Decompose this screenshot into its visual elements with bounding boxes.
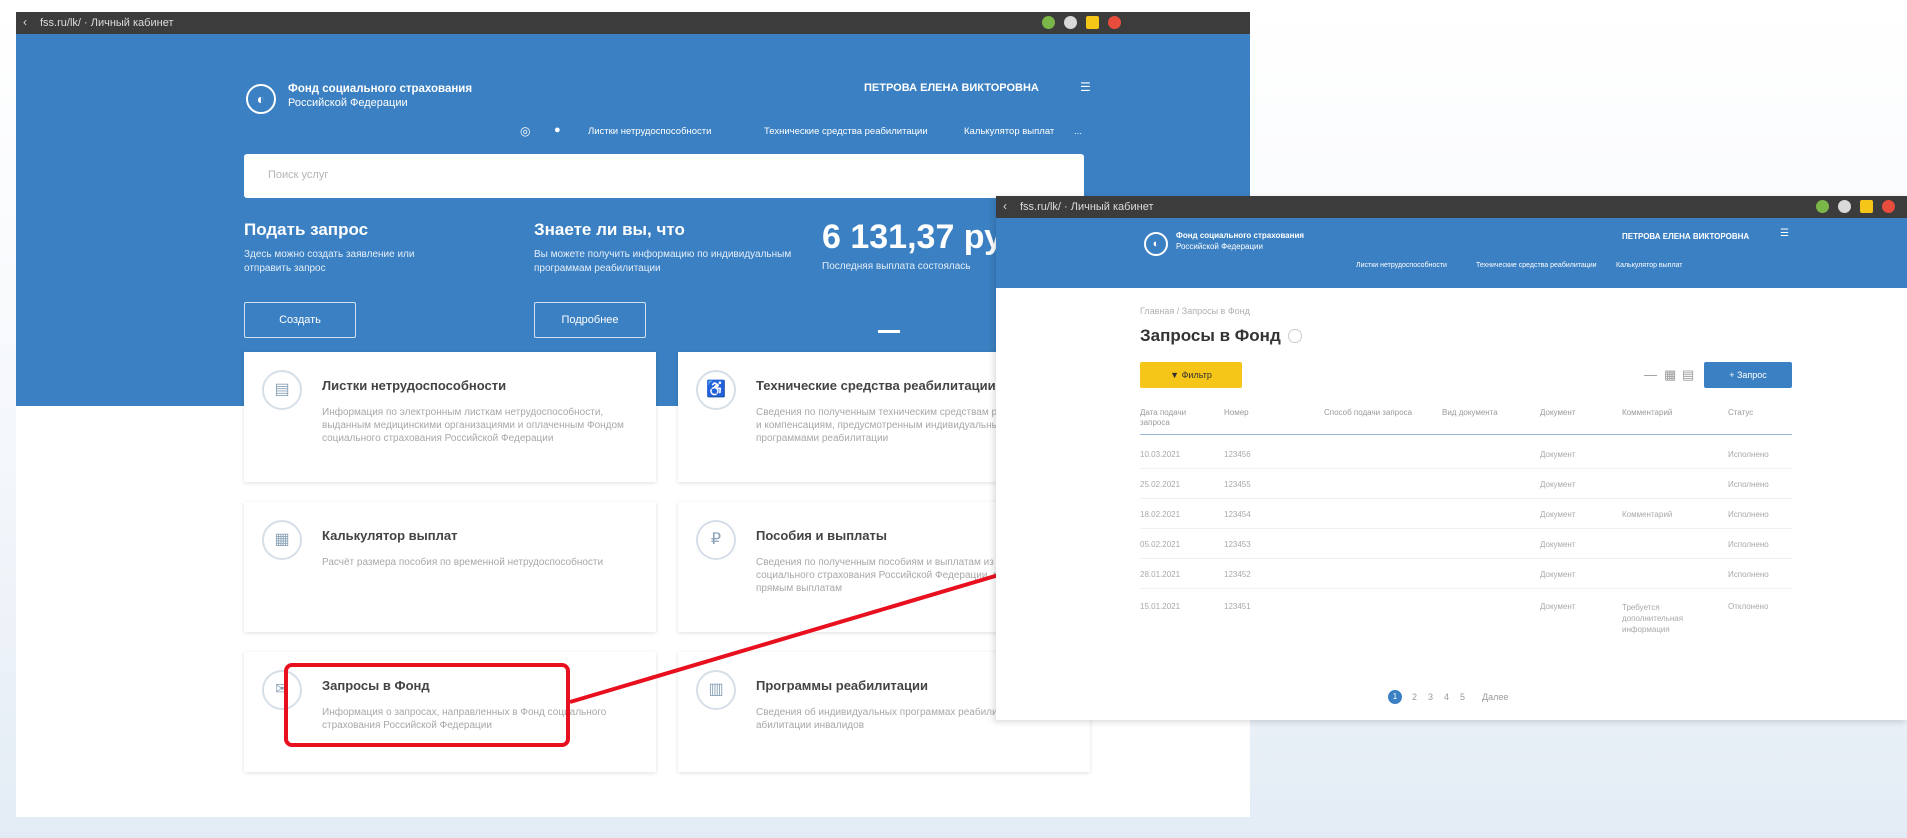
filter-button[interactable]: ▼ Фильтр xyxy=(1140,362,1242,388)
cell-number: 123456 xyxy=(1224,450,1251,459)
pagination-page[interactable]: 5 xyxy=(1460,692,1465,702)
cell-document[interactable]: Документ xyxy=(1540,480,1576,489)
info-icon[interactable] xyxy=(1288,329,1302,343)
cell-date: 05.02.2021 xyxy=(1140,540,1181,549)
org-name: Фонд социального страхования Российской Ф… xyxy=(1176,231,1305,251)
user-name[interactable]: ПЕТРОВА ЕЛЕНА ВИКТОРОВНА xyxy=(1622,232,1749,241)
browser-toolbar: ‹ fss.ru/lk/ · Личный кабинет xyxy=(996,196,1907,218)
nav-link-calculator[interactable]: Калькулятор выплат xyxy=(1616,262,1683,269)
opera-icon[interactable] xyxy=(1882,200,1895,213)
cell-status: Отклонено xyxy=(1728,602,1769,611)
bookmark-icon[interactable] xyxy=(1860,200,1873,213)
cell-status: Исполнено xyxy=(1728,570,1769,579)
export-icon[interactable]: ▤ xyxy=(1682,367,1694,383)
menu-icon[interactable]: ☰ xyxy=(1780,228,1789,239)
pagination-next[interactable]: Далее xyxy=(1482,692,1508,702)
page-title: Запросы в Фонд xyxy=(1140,326,1281,345)
pagination-page[interactable]: 4 xyxy=(1444,692,1449,702)
pagination-page[interactable]: 3 xyxy=(1428,692,1433,702)
cell-document[interactable]: Документ xyxy=(1540,602,1576,611)
list-view-icon[interactable]: — xyxy=(1644,367,1657,382)
pagination-current[interactable]: 1 xyxy=(1388,690,1402,704)
cell-status: Исполнено xyxy=(1728,510,1769,519)
browser-tab-title: fss.ru/lk/ · Личный кабинет xyxy=(1020,201,1154,213)
pagination-page[interactable]: 2 xyxy=(1412,692,1417,702)
nav-link-sick-leave[interactable]: Листки нетрудоспособности xyxy=(1356,262,1447,269)
add-request-button[interactable]: + Запрос xyxy=(1704,362,1792,388)
cell-document[interactable]: Документ xyxy=(1540,540,1576,549)
row-divider xyxy=(1140,468,1792,469)
profile-icon[interactable] xyxy=(1838,200,1851,213)
cell-number: 123452 xyxy=(1224,570,1251,579)
column-header[interactable]: Вид документа xyxy=(1442,408,1502,418)
column-header[interactable]: Способ подачи запроса xyxy=(1324,408,1414,418)
extension-icon[interactable] xyxy=(1816,200,1829,213)
cell-status: Исполнено xyxy=(1728,480,1769,489)
cell-number: 123451 xyxy=(1224,602,1251,611)
column-header[interactable]: Дата подачи запроса xyxy=(1140,408,1210,428)
cell-document[interactable]: Документ xyxy=(1540,450,1576,459)
back-arrow-icon[interactable]: ‹ xyxy=(1003,199,1007,213)
column-header[interactable]: Статус xyxy=(1728,408,1788,418)
cell-date: 10.03.2021 xyxy=(1140,450,1181,459)
cell-comment: Требуется дополнительная информация xyxy=(1622,603,1684,634)
fss-logo-icon[interactable]: ◐ xyxy=(1144,232,1168,256)
nav-link-tsr[interactable]: Технические средства реабилитации xyxy=(1476,262,1597,269)
row-divider xyxy=(1140,588,1792,589)
column-header[interactable]: Номер xyxy=(1224,408,1284,418)
cell-number: 123453 xyxy=(1224,540,1251,549)
column-header[interactable]: Комментарий xyxy=(1622,408,1702,418)
cell-number: 123454 xyxy=(1224,510,1251,519)
cell-status: Исполнено xyxy=(1728,540,1769,549)
detail-window: ‹ fss.ru/lk/ · Личный кабинет ◐ Фонд соц… xyxy=(996,196,1907,720)
cell-status: Исполнено xyxy=(1728,450,1769,459)
cell-comment: Комментарий xyxy=(1622,510,1673,519)
cell-date: 25.02.2021 xyxy=(1140,480,1181,489)
row-divider xyxy=(1140,498,1792,499)
cell-date: 18.02.2021 xyxy=(1140,510,1181,519)
cell-document[interactable]: Документ xyxy=(1540,510,1576,519)
row-divider xyxy=(1140,558,1792,559)
column-header[interactable]: Документ xyxy=(1540,408,1600,418)
table-header-divider xyxy=(1140,434,1792,435)
row-divider xyxy=(1140,528,1792,529)
cell-number: 123455 xyxy=(1224,480,1251,489)
grid-view-icon[interactable]: ▦ xyxy=(1664,367,1676,383)
breadcrumb[interactable]: Главная / Запросы в Фонд xyxy=(1140,306,1250,316)
cell-document[interactable]: Документ xyxy=(1540,570,1576,579)
cell-date: 28.01.2021 xyxy=(1140,570,1181,579)
detail-header: ◐ Фонд социального страхования Российской… xyxy=(996,218,1907,288)
cell-date: 15.01.2021 xyxy=(1140,602,1181,611)
